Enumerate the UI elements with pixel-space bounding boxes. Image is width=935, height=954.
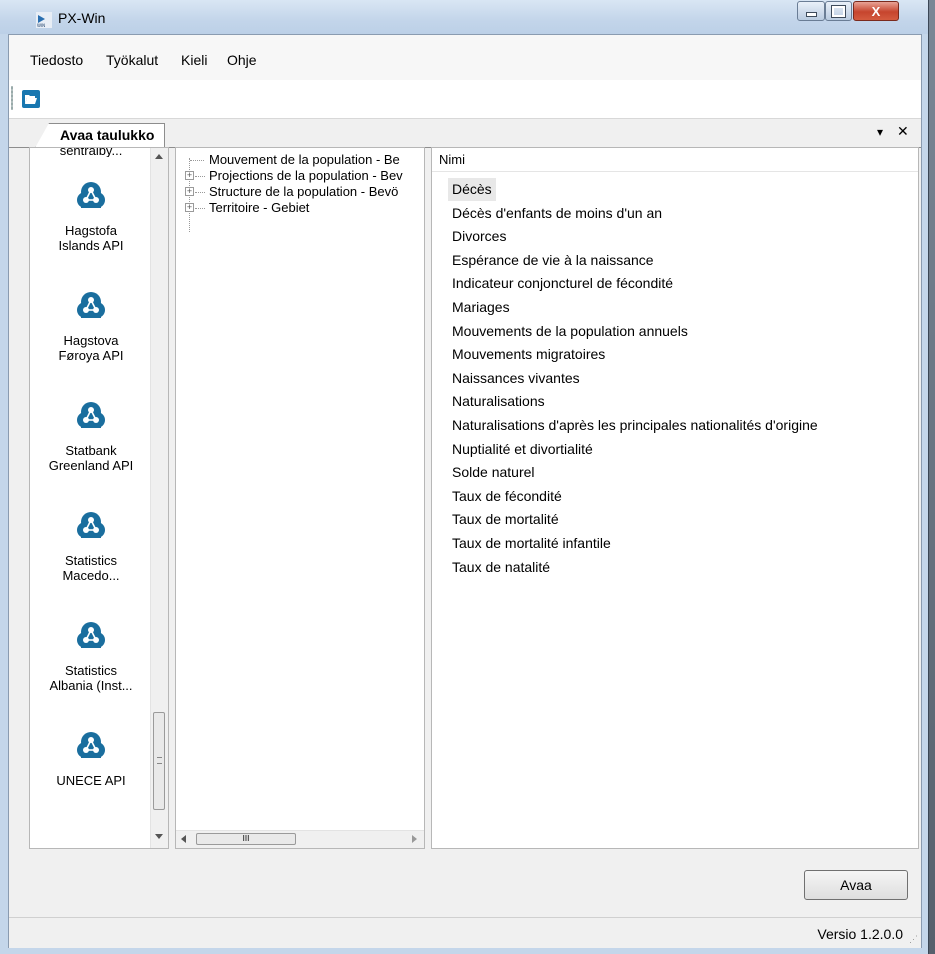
menu-tiedosto[interactable]: Tiedosto xyxy=(30,52,83,68)
table-list-item[interactable]: Mariages xyxy=(448,296,514,319)
scroll-left-icon[interactable] xyxy=(181,835,186,843)
column-header-nimi[interactable]: Nimi xyxy=(432,148,918,172)
expand-icon[interactable]: + xyxy=(185,203,194,212)
scroll-right-icon[interactable] xyxy=(412,835,417,843)
tree-line xyxy=(195,208,205,209)
tab-label: Avaa taulukko xyxy=(60,127,155,143)
desktop-edge xyxy=(928,0,935,954)
cloud-network-icon xyxy=(77,182,105,208)
cloud-network-icon xyxy=(77,732,105,758)
table-list-item[interactable]: Décès d'enfants de moins d'un an xyxy=(448,202,666,225)
database-label: Statistics Macedo... xyxy=(62,553,120,583)
table-list-item[interactable]: Taux de fécondité xyxy=(448,485,566,508)
thumb-grip-icon xyxy=(157,757,162,764)
minimize-button[interactable] xyxy=(797,1,825,21)
tree-node-label: Structure de la population - Bevö xyxy=(209,184,399,199)
database-label: Hagstova Føroya API xyxy=(58,333,124,363)
tab-close-icon[interactable]: ✕ xyxy=(897,123,909,140)
scroll-thumb[interactable] xyxy=(153,712,165,810)
database-item[interactable]: Statbank Greenland API xyxy=(30,400,152,473)
table-list[interactable]: Nimi Décès Décès d'enfants de moins d'un … xyxy=(431,147,919,849)
close-icon: X xyxy=(871,3,881,19)
table-list-item[interactable]: Taux de mortalité xyxy=(448,508,563,531)
menu-bar: Tiedosto Työkalut Kieli Ohje xyxy=(9,35,921,80)
table-list-item[interactable]: Nuptialité et divortialité xyxy=(448,438,597,461)
tree-line xyxy=(195,176,205,177)
table-list-item[interactable]: Décès xyxy=(448,178,496,201)
tree-node-label: Mouvement de la population - Be xyxy=(209,152,400,167)
client-area: Tiedosto Työkalut Kieli Ohje Avaa tauluk… xyxy=(8,34,922,948)
table-list-item[interactable]: Indicateur conjoncturel de fécondité xyxy=(448,272,677,295)
toolbar-grip[interactable] xyxy=(11,86,13,110)
tree-hscrollbar[interactable]: III xyxy=(176,830,424,848)
tab-avaa-taulukko[interactable]: Avaa taulukko xyxy=(35,123,166,148)
database-item[interactable]: Hagstova Føroya API xyxy=(30,290,152,363)
database-label: Hagstofa Islands API xyxy=(58,223,124,253)
table-list-item[interactable]: Espérance de vie à la naissance xyxy=(448,249,658,272)
toolbar xyxy=(9,80,921,119)
tree-node[interactable]: + Structure de la population - Bevö xyxy=(176,184,424,200)
open-toolbar-button[interactable] xyxy=(17,85,45,113)
table-list-item[interactable]: Naturalisations d'après les principales … xyxy=(448,414,822,437)
database-scrollbar[interactable] xyxy=(150,148,168,848)
database-item[interactable]: Statistics Albania (Inst... xyxy=(30,620,152,693)
database-list[interactable]: sentralby... Hagstofa Islands API Hagstov… xyxy=(29,147,169,849)
expand-icon[interactable]: + xyxy=(185,187,194,196)
svg-text:WIN: WIN xyxy=(37,23,45,28)
window-title: PX-Win xyxy=(58,10,106,26)
hscroll-thumb[interactable]: III xyxy=(196,833,296,845)
title-bar: WIN PX-Win X xyxy=(0,0,928,34)
scroll-down-icon[interactable] xyxy=(155,834,163,839)
database-item-partial[interactable]: sentralby... xyxy=(30,147,152,157)
maximize-button[interactable] xyxy=(825,1,852,21)
expand-icon[interactable]: + xyxy=(185,171,194,180)
app-window: WIN PX-Win X Tiedosto Työkalut Kieli Ohj… xyxy=(0,0,929,954)
status-bar: Versio 1.2.0.0 ⋰ xyxy=(9,917,921,948)
scroll-up-icon[interactable] xyxy=(155,154,163,159)
database-label: Statistics Albania (Inst... xyxy=(49,663,133,693)
menu-ohje[interactable]: Ohje xyxy=(227,52,257,68)
cloud-network-icon xyxy=(77,622,105,648)
cloud-network-icon xyxy=(77,292,105,318)
table-list-item[interactable]: Mouvements migratoires xyxy=(448,343,609,366)
maximize-icon xyxy=(831,4,846,18)
table-list-item[interactable]: Mouvements de la population annuels xyxy=(448,320,692,343)
document-tabstrip: Avaa taulukko ▾ ✕ xyxy=(9,119,921,148)
tree-node-label: Projections de la population - Bev xyxy=(209,168,403,183)
category-tree[interactable]: Mouvement de la population - Be + Projecti… xyxy=(175,147,425,849)
table-list-item[interactable]: Solde naturel xyxy=(448,461,539,484)
minimize-icon xyxy=(805,12,817,17)
database-item[interactable]: UNECE API xyxy=(30,730,152,788)
table-list-item[interactable]: Taux de mortalité infantile xyxy=(448,532,615,555)
table-list-item[interactable]: Naturalisations xyxy=(448,390,549,413)
close-window-button[interactable]: X xyxy=(853,1,899,21)
version-label: Versio 1.2.0.0 xyxy=(817,926,903,942)
tree-node[interactable]: + Territoire - Gebiet xyxy=(176,200,424,216)
open-button[interactable]: Avaa xyxy=(804,870,908,900)
cloud-network-icon xyxy=(77,402,105,428)
database-label: Statbank Greenland API xyxy=(48,443,134,473)
tree-line xyxy=(190,160,204,161)
tree-node-label: Territoire - Gebiet xyxy=(209,200,310,215)
size-grip-icon[interactable]: ⋰ xyxy=(909,934,918,945)
cloud-network-icon xyxy=(77,512,105,538)
database-label: sentralby... xyxy=(59,147,123,157)
menu-tyokalut[interactable]: Työkalut xyxy=(106,52,158,68)
database-label: UNECE API xyxy=(56,773,126,788)
pxwin-app-icon: WIN xyxy=(36,12,52,28)
menu-kieli[interactable]: Kieli xyxy=(181,52,207,68)
database-item[interactable]: Hagstofa Islands API xyxy=(30,180,152,253)
database-item[interactable]: Statistics Macedo... xyxy=(30,510,152,583)
thumb-grip-label: III xyxy=(242,834,250,843)
tab-dropdown-icon[interactable]: ▾ xyxy=(877,125,883,139)
tree-node[interactable]: + Projections de la population - Bev xyxy=(176,168,424,184)
table-list-item[interactable]: Naissances vivantes xyxy=(448,367,584,390)
tree-line xyxy=(195,192,205,193)
folder-open-icon xyxy=(25,95,37,104)
table-list-item[interactable]: Divorces xyxy=(448,225,510,248)
tree-node[interactable]: Mouvement de la population - Be xyxy=(176,152,424,168)
table-list-item[interactable]: Taux de natalité xyxy=(448,556,554,579)
